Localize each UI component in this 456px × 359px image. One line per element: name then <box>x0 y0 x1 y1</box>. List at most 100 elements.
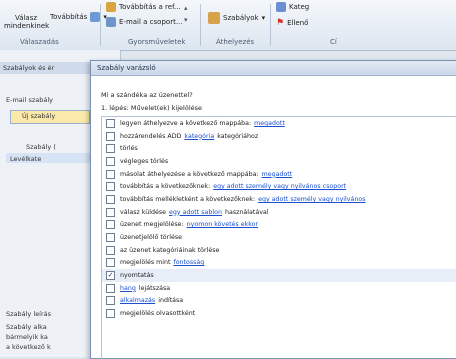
action-link[interactable]: nyomon követés ekkor <box>187 221 258 228</box>
scroll-down-icon: ▾ <box>184 16 188 24</box>
quick-step-meeting-label: Továbbítás a ref... <box>119 3 181 11</box>
divider <box>100 4 101 46</box>
rule-description-title: Szabály leírás <box>6 310 52 318</box>
rules-button[interactable]: Szabályok ▾ <box>208 12 265 24</box>
rules-icon <box>208 12 220 24</box>
categorize-label: Kateg <box>289 3 310 11</box>
action-row[interactable]: ✓ nyomtatás <box>102 269 456 282</box>
action-row[interactable]: legyen áthelyezve a következő mappába: me… <box>102 117 456 130</box>
action-row[interactable]: továbbítás a következőknek: egy adott sze… <box>102 180 456 193</box>
categorize-button[interactable]: Kateg <box>276 2 309 12</box>
action-link[interactable]: hang <box>120 285 136 292</box>
action-label-suffix: indítása <box>158 297 184 305</box>
forward-icon <box>90 12 101 22</box>
action-link[interactable]: egy adott személy vagy nyilvános <box>258 196 365 203</box>
action-label: válasz küldése <box>120 208 166 216</box>
group-label-quicksteps: Gyorsműveletek <box>128 38 186 46</box>
rules-label: Szabályok <box>223 14 259 22</box>
action-checkbox[interactable] <box>106 194 115 204</box>
action-row[interactable]: üzenet megjelölése: nyomon követés ekkor <box>102 219 456 232</box>
action-row[interactable]: üzenetjelölő törlése <box>102 231 456 244</box>
action-checkbox[interactable] <box>106 118 115 128</box>
action-checkbox[interactable] <box>106 258 115 268</box>
action-row[interactable]: az üzenet kategóriáinak törlése <box>102 244 456 257</box>
action-row[interactable]: másolat áthelyezése a következő mappába:… <box>102 168 456 181</box>
action-link[interactable]: egy adott személy vagy nyilvános csoport <box>213 183 346 190</box>
forward-button[interactable]: Továbbítás ▾ <box>50 12 107 22</box>
rules-wizard-dialog: Szabály varázsló Mi a szándéka az üzenet… <box>90 60 456 359</box>
action-link[interactable]: megadott <box>254 120 285 127</box>
action-label: nyomtatás <box>120 272 154 280</box>
action-label-suffix: kategóriához <box>217 132 259 140</box>
action-row[interactable]: hozzárendelés ADD kategória kategóriához <box>102 130 456 143</box>
action-link[interactable]: kategória <box>184 133 214 140</box>
action-checkbox[interactable] <box>106 144 115 154</box>
action-row[interactable]: továbbítás mellékletként a következőknek… <box>102 193 456 206</box>
rule-item-label: Levélkate <box>10 155 42 163</box>
action-checkbox[interactable] <box>106 233 115 243</box>
rules-alerts-title: Szabályok és ér <box>3 64 55 72</box>
rule-column-header: Szabály ( <box>26 143 56 151</box>
email-team-icon <box>106 17 116 27</box>
action-row[interactable]: törlés <box>102 142 456 155</box>
meeting-icon <box>106 2 116 12</box>
action-checkbox[interactable] <box>106 207 115 217</box>
follow-up-label: Ellenő <box>287 19 309 27</box>
forward-label: Továbbítás <box>50 13 88 21</box>
action-row[interactable]: hang lejátszása <box>102 282 456 295</box>
action-label-suffix: használatával <box>224 208 269 216</box>
action-checkbox[interactable] <box>106 131 115 141</box>
rule-description-line: a következő k <box>6 343 51 351</box>
dialog-title: Szabály varázsló <box>91 61 456 76</box>
group-label-tags: Cí <box>330 38 337 46</box>
action-label: megjelölés mint <box>120 259 171 267</box>
action-label: legyen áthelyezve a következő mappába: <box>120 119 252 127</box>
follow-up-button[interactable]: ⚑ Ellenő <box>276 18 308 28</box>
action-label: törlés <box>120 145 138 153</box>
wizard-question: Mi a szándéka az üzenettel? <box>101 91 193 99</box>
action-checkbox[interactable]: ✓ <box>106 271 115 281</box>
action-row[interactable]: megjelölés mint fontosság <box>102 257 456 270</box>
divider <box>270 4 271 46</box>
action-checkbox[interactable] <box>106 182 115 192</box>
reply-all-button[interactable]: Válasz mindenkinek <box>4 6 50 30</box>
action-row[interactable]: alkalmazás indítása <box>102 295 456 308</box>
action-label: másolat áthelyezése a következő mappába: <box>120 170 259 178</box>
category-icon <box>276 2 286 12</box>
new-rule-label: Új szabály <box>22 112 56 120</box>
action-list: legyen áthelyezve a következő mappába: me… <box>101 116 456 359</box>
action-row[interactable]: válasz küldése egy adott sablon használatá… <box>102 206 456 219</box>
email-rules-tab[interactable]: E-mail szabály <box>6 96 53 104</box>
wizard-step-label: 1. lépés: Művelet(ek) kijelölése <box>101 104 203 112</box>
action-label: hozzárendelés ADD <box>120 132 182 140</box>
divider <box>200 4 201 46</box>
action-row[interactable]: végleges törlés <box>102 155 456 168</box>
action-checkbox[interactable] <box>106 283 115 293</box>
action-link[interactable]: alkalmazás <box>120 297 155 304</box>
scroll-up-icon: ▴ <box>184 4 188 12</box>
action-checkbox[interactable] <box>106 309 115 319</box>
action-label: továbbítás mellékletként a következőknek… <box>120 195 256 203</box>
action-label: végleges törlés <box>120 157 169 165</box>
action-label: az üzenet kategóriáinak törlése <box>120 246 220 254</box>
rule-description-line: bármelyik ka <box>6 333 48 341</box>
action-label: továbbítás a következőknek: <box>120 183 211 191</box>
action-link[interactable]: egy adott sablon <box>169 209 222 216</box>
action-link[interactable]: megadott <box>262 171 293 178</box>
action-checkbox[interactable] <box>106 169 115 179</box>
action-checkbox[interactable] <box>106 245 115 255</box>
quick-step-email-team-label: E-mail a csoport... <box>119 18 183 26</box>
action-label: megjelölés olvasottként <box>120 310 196 318</box>
flag-icon: ⚑ <box>276 18 285 28</box>
action-checkbox[interactable] <box>106 220 115 230</box>
reply-all-label: Válasz mindenkinek <box>4 14 50 30</box>
group-label-respond: Válaszadás <box>20 38 59 46</box>
quick-step-meeting[interactable]: Továbbítás a ref... <box>106 2 181 12</box>
quick-step-email-team[interactable]: E-mail a csoport... <box>106 17 183 27</box>
action-row[interactable]: megjelölés olvasottként <box>102 307 456 320</box>
ribbon: Válasz mindenkinek Továbbítás ▾ Válaszad… <box>0 0 456 51</box>
action-checkbox[interactable] <box>106 296 115 306</box>
action-checkbox[interactable] <box>106 156 115 166</box>
quick-steps-scroll[interactable]: ▴ ▾ <box>184 4 188 24</box>
action-link[interactable]: fontosság <box>173 259 204 266</box>
